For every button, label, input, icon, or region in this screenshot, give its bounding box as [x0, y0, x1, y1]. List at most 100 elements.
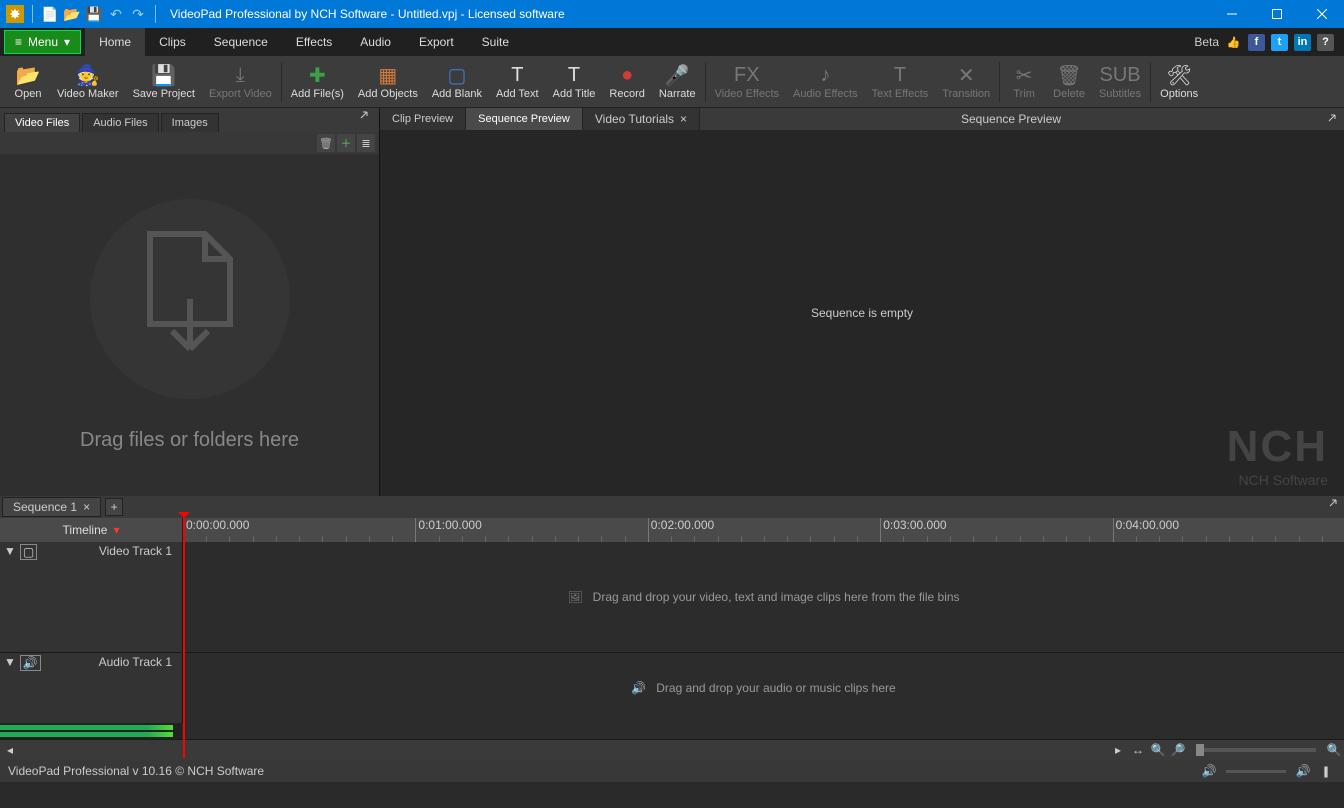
volume-slider[interactable]: [1226, 770, 1286, 773]
popout-icon[interactable]: [359, 110, 375, 126]
subtitles-label: Subtitles: [1099, 88, 1141, 100]
subtitles-icon: SUB: [1108, 63, 1132, 87]
popout-timeline-icon[interactable]: [1328, 498, 1340, 510]
tab-home[interactable]: Home: [85, 28, 145, 56]
fx-icon: FX: [735, 63, 759, 87]
add-text-button[interactable]: TAdd Text: [489, 57, 546, 107]
preview-tab-sequence[interactable]: Sequence Preview: [466, 108, 583, 130]
like-icon[interactable]: 👍: [1225, 34, 1242, 51]
sequence-tabstrip: Sequence 1 × +: [0, 496, 1344, 518]
transition-label: Transition: [942, 88, 990, 100]
help-icon[interactable]: ?: [1317, 34, 1334, 51]
delete-bin-item-icon[interactable]: 🗑: [317, 134, 335, 152]
zoom-out-icon[interactable]: 🔍: [1148, 741, 1168, 759]
menubar: ≡ Menu ▾ Home Clips Sequence Effects Aud…: [0, 28, 1344, 56]
audio-track-drop-area[interactable]: 🔊 Drag and drop your audio or music clip…: [182, 653, 1344, 723]
preview-tab-tutorials[interactable]: Video Tutorials ×: [583, 108, 700, 130]
minimize-button[interactable]: [1209, 0, 1254, 28]
tab-effects[interactable]: Effects: [282, 28, 346, 56]
track-mute-icon[interactable]: 🔊: [20, 655, 41, 671]
tab-sequence[interactable]: Sequence: [200, 28, 282, 56]
add-objects-button[interactable]: ▦Add Objects: [351, 57, 425, 107]
tab-clips[interactable]: Clips: [145, 28, 200, 56]
export-video-button: ⤓Export Video: [202, 57, 279, 107]
video-maker-button[interactable]: 🧙Video Maker: [50, 57, 126, 107]
add-blank-icon: ▢: [445, 63, 469, 87]
tab-suite[interactable]: Suite: [468, 28, 523, 56]
open-button[interactable]: 📂Open: [6, 57, 50, 107]
audio-level-meter: [0, 723, 182, 739]
trim-button: ✂Trim: [1002, 57, 1046, 107]
video-track-label: Video Track 1: [41, 544, 178, 558]
tab-audio[interactable]: Audio: [346, 28, 405, 56]
add-blank-button[interactable]: ▢Add Blank: [425, 57, 489, 107]
record-button[interactable]: ●Record: [602, 57, 651, 107]
statusbar: VideoPad Professional v 10.16 © NCH Soft…: [0, 760, 1344, 782]
timeline-view-selector[interactable]: Timeline ▾: [0, 518, 182, 542]
close-sequence-icon[interactable]: ×: [83, 500, 90, 514]
scroll-left-icon[interactable]: ◂: [0, 741, 20, 759]
add-bin-item-icon[interactable]: ＋: [337, 134, 355, 152]
add-files-label: Add File(s): [291, 88, 344, 100]
twitter-icon[interactable]: t: [1271, 34, 1288, 51]
save-project-button[interactable]: 💾Save Project: [126, 57, 202, 107]
sequence-tab-1[interactable]: Sequence 1 ×: [2, 497, 101, 517]
mute-icon[interactable]: 🔊: [1198, 762, 1220, 780]
new-project-icon[interactable]: 📄: [41, 5, 59, 23]
bin-drop-area[interactable]: Drag files or folders here: [0, 154, 379, 496]
maximize-button[interactable]: [1254, 0, 1299, 28]
add-files-button[interactable]: ✚Add File(s): [284, 57, 351, 107]
save-project-icon[interactable]: 💾: [85, 5, 103, 23]
playhead[interactable]: [183, 518, 185, 758]
facebook-icon[interactable]: f: [1248, 34, 1265, 51]
text-fx-icon: T: [888, 63, 912, 87]
video-track-drop-area[interactable]: 🖼 Drag and drop your video, text and ima…: [182, 542, 1344, 652]
ruler-tick: 0:04:00.000: [1113, 518, 1179, 542]
tutorials-label: Video Tutorials: [595, 112, 674, 126]
video-effects-label: Video Effects: [715, 88, 779, 100]
fit-width-icon[interactable]: ↔: [1128, 741, 1148, 759]
redo-icon[interactable]: ↷: [129, 5, 147, 23]
beta-label[interactable]: Beta: [1194, 35, 1219, 49]
track-visible-icon[interactable]: ▢: [20, 544, 37, 560]
equalizer-icon[interactable]: |||: [1314, 762, 1336, 780]
preview-tab-clip[interactable]: Clip Preview: [380, 108, 466, 130]
bin-tab-video[interactable]: Video Files: [4, 113, 80, 132]
timeline-ruler[interactable]: 0:00:00.0000:01:00.0000:02:00.0000:03:00…: [182, 518, 1344, 542]
delete-button: 🗑Delete: [1046, 57, 1092, 107]
list-view-icon[interactable]: ≣: [357, 134, 375, 152]
window-title: VideoPad Professional by NCH Software - …: [166, 7, 1209, 21]
main-menu-button[interactable]: ≡ Menu ▾: [4, 30, 81, 54]
open-project-icon[interactable]: 📂: [63, 5, 81, 23]
bin-tab-audio[interactable]: Audio Files: [82, 113, 158, 132]
scroll-right-icon[interactable]: ▸: [1108, 741, 1128, 759]
nch-watermark: NCH NCH Software: [1227, 422, 1328, 488]
volume-up-icon[interactable]: 🔊: [1292, 762, 1314, 780]
options-button[interactable]: 🛠Options: [1153, 57, 1205, 107]
bin-tab-images[interactable]: Images: [161, 113, 219, 132]
zoom-fit-icon[interactable]: 🔍: [1324, 741, 1344, 759]
transition-button: ✕Transition: [935, 57, 997, 107]
close-button[interactable]: [1299, 0, 1344, 28]
linkedin-icon[interactable]: in: [1294, 34, 1311, 51]
collapse-track-icon[interactable]: ▼: [4, 544, 16, 558]
add-title-button[interactable]: TAdd Title: [546, 57, 603, 107]
options-icon: 🛠: [1167, 63, 1191, 87]
collapse-track-icon[interactable]: ▼: [4, 655, 16, 669]
zoom-in-icon[interactable]: 🔎: [1168, 741, 1188, 759]
app-icon: ✸: [6, 5, 24, 23]
trim-label: Trim: [1013, 88, 1035, 100]
sequence-tab-label: Sequence 1: [13, 500, 77, 514]
close-tab-icon[interactable]: ×: [680, 112, 687, 126]
video-track-hint: Drag and drop your video, text and image…: [593, 590, 960, 604]
add-sequence-button[interactable]: +: [105, 498, 123, 516]
undo-icon[interactable]: ↶: [107, 5, 125, 23]
zoom-slider[interactable]: [1196, 748, 1316, 752]
audio-effects-label: Audio Effects: [793, 88, 858, 100]
file-bins-panel: Video Files Audio Files Images 🗑 ＋ ≣ Dra…: [0, 108, 380, 496]
narrate-button[interactable]: 🎤Narrate: [652, 57, 703, 107]
ribbon-toolbar: 📂Open🧙Video Maker💾Save Project⤓Export Vi…: [0, 56, 1344, 108]
audio-track-1: ▼ 🔊 Audio Track 1 🔊 Drag and drop your a…: [0, 653, 1344, 740]
popout-preview-icon[interactable]: [1322, 108, 1344, 130]
tab-export[interactable]: Export: [405, 28, 468, 56]
